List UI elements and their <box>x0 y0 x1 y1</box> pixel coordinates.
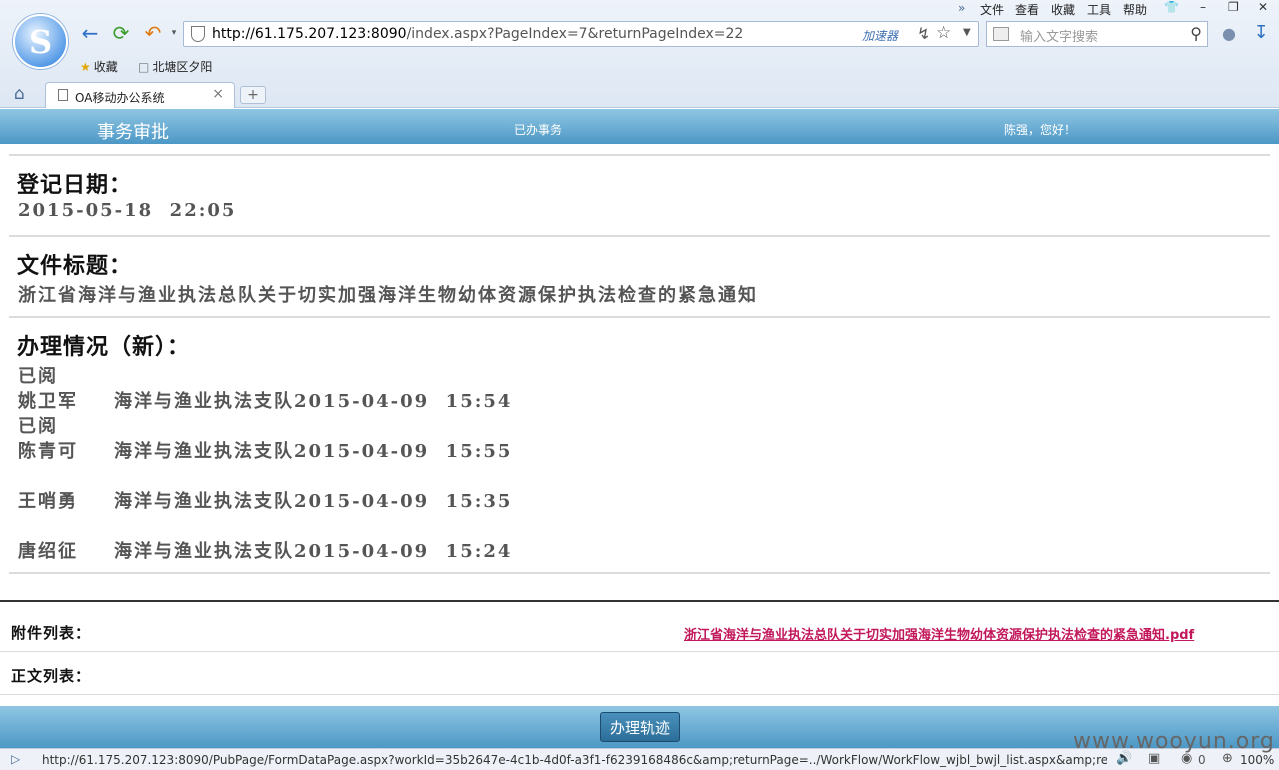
attachment-link[interactable]: 浙江省海洋与渔业执法总队关于切实加强海洋生物幼体资源保护执法检查的紧急通知.pd… <box>684 624 1194 643</box>
record-org: 海洋与渔业执法支队 <box>114 391 294 412</box>
divider <box>0 694 1279 695</box>
accelerator-label[interactable]: 加速器 <box>862 27 898 44</box>
record-status: 已阅 <box>18 366 58 387</box>
undo-dropdown-icon[interactable]: ▾ <box>163 22 185 44</box>
search-placeholder: 输入文字搜索 <box>1020 30 1099 45</box>
page-title: 事务审批 <box>97 122 169 143</box>
tab-oa-system[interactable]: OA移动办公系统 × <box>45 82 235 108</box>
reg-date-label: 登记日期： <box>17 172 133 198</box>
menu-tools[interactable]: 工具 <box>1087 1 1111 18</box>
record-org: 海洋与渔业执法支队 <box>114 491 294 512</box>
record-time: 2015-04-09 15:54 <box>294 391 513 412</box>
nav-done-tasks[interactable]: 已办事务 <box>514 121 562 138</box>
record-name: 唐绍征 <box>18 541 78 562</box>
close-tab-icon[interactable]: × <box>212 86 224 102</box>
bookmark-item[interactable]: □ 北塘区夕阳 <box>138 58 212 75</box>
process-track-button[interactable]: 办理轨迹 <box>600 712 680 742</box>
star-icon[interactable]: ☆ <box>936 23 951 43</box>
record-org: 海洋与渔业执法支队 <box>114 441 294 462</box>
home-icon[interactable]: ⌂ <box>14 84 25 104</box>
menu-view[interactable]: 查看 <box>1015 1 1039 18</box>
reg-date-value: 2015-05-18 22:05 <box>18 200 237 221</box>
menu-favorites[interactable]: 收藏 <box>1051 1 1075 18</box>
search-box[interactable]: 输入文字搜索 ⚲ <box>986 21 1208 47</box>
browser-logo-icon[interactable]: S <box>13 14 68 69</box>
search-icon[interactable]: ⚲ <box>1190 24 1202 43</box>
address-url[interactable]: http://61.175.207.123:8090/index.aspx?Pa… <box>212 26 743 42</box>
minimize-icon[interactable]: – <box>1200 0 1206 14</box>
file-title-value: 浙江省海洋与渔业执法总队关于切实加强海洋生物幼体资源保护执法检查的紧急通知 <box>18 285 758 306</box>
divider <box>9 572 1270 574</box>
record-status: 已阅 <box>18 416 58 437</box>
document-icon <box>58 89 68 101</box>
file-title-label: 文件标题： <box>17 253 133 279</box>
undo-icon[interactable]: ↶ <box>142 22 164 44</box>
divider <box>9 316 1270 318</box>
record-time: 2015-04-09 15:55 <box>294 441 513 462</box>
divider <box>9 235 1270 237</box>
attachment-label: 附件列表： <box>11 624 92 642</box>
divider <box>0 651 1279 652</box>
user-greeting: 陈强，您好！ <box>1004 123 1077 137</box>
menu-file[interactable]: 文件 <box>980 1 1004 18</box>
record-org: 海洋与渔业执法支队 <box>114 541 294 562</box>
download-icon[interactable]: ↧ <box>1250 22 1272 44</box>
back-arrow-icon[interactable]: ← <box>79 22 101 44</box>
app-header: 事务审批 已办事务 陈强，您好！ <box>0 109 1279 144</box>
menu-more-icon[interactable]: » <box>958 1 965 15</box>
close-window-icon[interactable]: ✕ <box>1258 0 1268 14</box>
record-time: 2015-04-09 15:35 <box>294 491 513 512</box>
sidebar-toggle-icon[interactable]: ▷ <box>11 752 20 766</box>
lightning-icon[interactable]: ↯ <box>917 24 930 43</box>
record-name: 陈青可 <box>18 441 78 462</box>
favorites-item[interactable]: ★ 收藏 <box>80 58 118 75</box>
record-name: 姚卫军 <box>18 391 78 412</box>
ad-block-count: 0 <box>1198 753 1206 767</box>
record-row: 姚卫军 海洋与渔业执法支队2015-04-09 15:54 <box>18 387 512 413</box>
address-bar[interactable]: http://61.175.207.123:8090/index.aspx?Pa… <box>183 21 979 47</box>
watermark: www.wooyun.org <box>1073 729 1275 754</box>
zoom-level[interactable]: 100% <box>1240 753 1274 767</box>
body-list-label: 正文列表： <box>11 667 92 685</box>
tab-bar: ⌂ OA移动办公系统 × + <box>0 80 1279 108</box>
chevron-down-icon[interactable]: ▼ <box>963 27 971 38</box>
more-options-icon[interactable]: ● <box>1218 23 1240 45</box>
browser-chrome: S ← ⟳ ↶ ▾ http://61.175.207.123:8090/ind… <box>0 0 1279 108</box>
security-shield-icon <box>191 26 205 42</box>
status-url: http://61.175.207.123:8090/PubPage/FormD… <box>42 753 1107 767</box>
skin-icon[interactable]: 👕 <box>1164 0 1179 14</box>
menu-help[interactable]: 帮助 <box>1123 1 1147 18</box>
record-row: 陈青可 海洋与渔业执法支队2015-04-09 15:55 <box>18 437 512 463</box>
tab-title: OA移动办公系统 <box>75 91 165 105</box>
document-icon: □ <box>138 59 150 74</box>
record-time: 2015-04-09 15:24 <box>294 541 513 562</box>
record-row: 唐绍征 海洋与渔业执法支队2015-04-09 15:24 <box>18 537 512 563</box>
image-search-icon[interactable] <box>993 27 1009 41</box>
divider <box>9 154 1270 156</box>
restore-icon[interactable]: ❐ <box>1228 0 1239 14</box>
new-tab-button[interactable]: + <box>240 86 266 104</box>
star-icon: ★ <box>80 59 91 74</box>
section-divider <box>0 600 1279 602</box>
record-name: 王哨勇 <box>18 491 78 512</box>
process-label: 办理情况（新）： <box>17 334 191 360</box>
record-row: 王哨勇 海洋与渔业执法支队2015-04-09 15:35 <box>18 487 512 513</box>
refresh-icon[interactable]: ⟳ <box>110 22 132 44</box>
